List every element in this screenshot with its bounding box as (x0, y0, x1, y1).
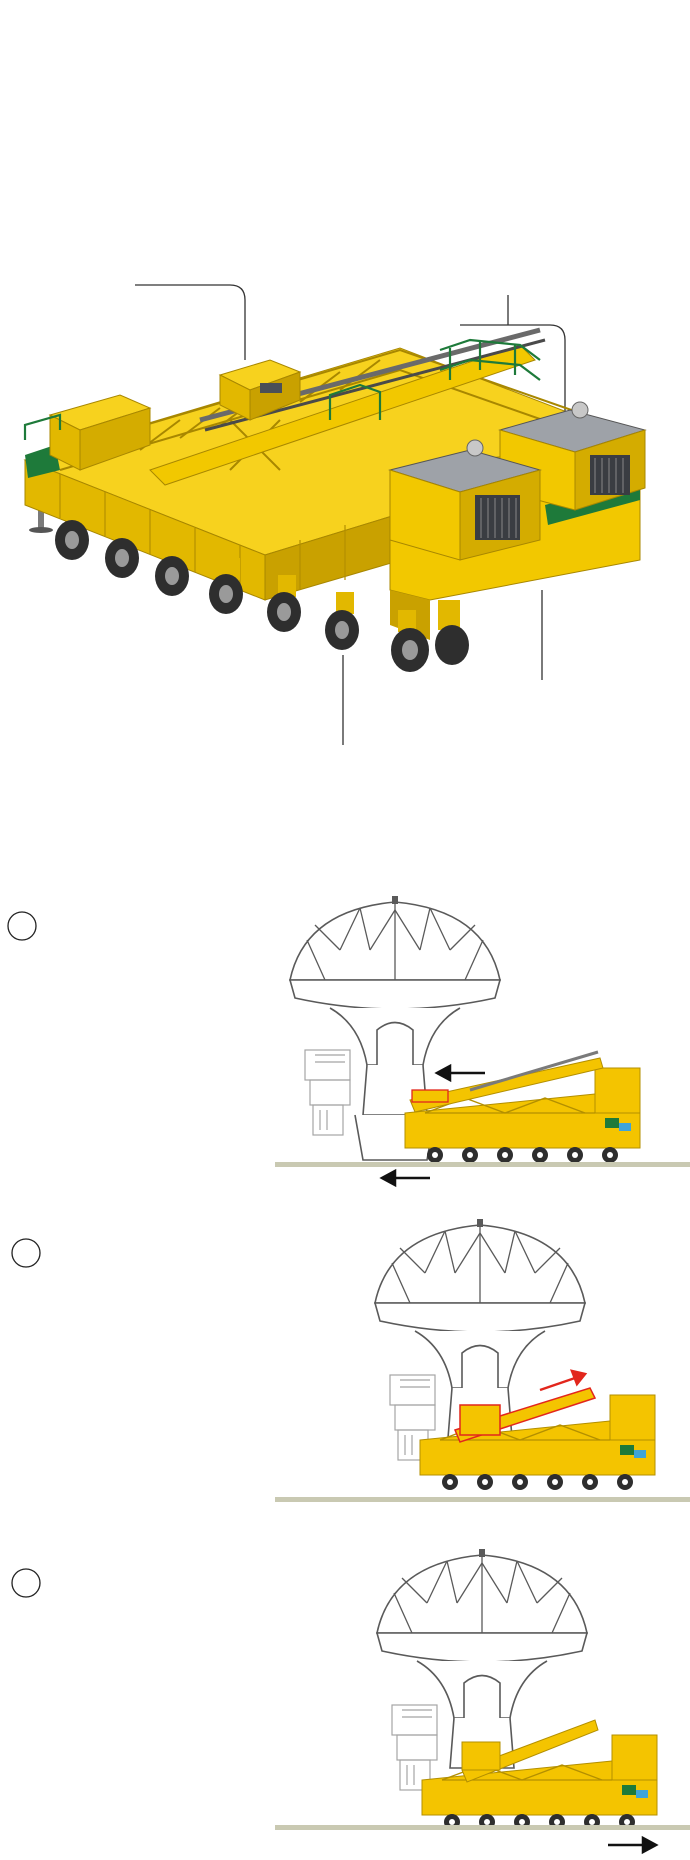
lift-cradle (411, 1089, 449, 1103)
callout-line-cab (135, 284, 246, 360)
lift-arrow (539, 1369, 588, 1392)
ground-line (275, 1825, 690, 1830)
step-1-diagram (7, 895, 690, 1188)
step-2-marker (11, 1238, 41, 1268)
wheel (435, 600, 469, 665)
lift-cradle (461, 1741, 501, 1771)
lift-cradle (459, 1404, 501, 1436)
step-3-diagram (11, 1548, 690, 1855)
step-3-marker (11, 1568, 41, 1598)
move-arrow-right (608, 1835, 659, 1855)
step-1-marker (7, 911, 37, 941)
wheel (325, 592, 359, 650)
antenna (289, 895, 501, 1116)
transporter-illustration (23, 284, 647, 745)
step-2-diagram (11, 1218, 690, 1502)
ground-line (275, 1497, 690, 1502)
page (0, 0, 690, 1860)
ground-line (275, 1162, 690, 1167)
ghost-transporter (304, 1049, 351, 1136)
ghost-transporter (391, 1704, 438, 1791)
diagram-canvas (7, 284, 690, 1855)
